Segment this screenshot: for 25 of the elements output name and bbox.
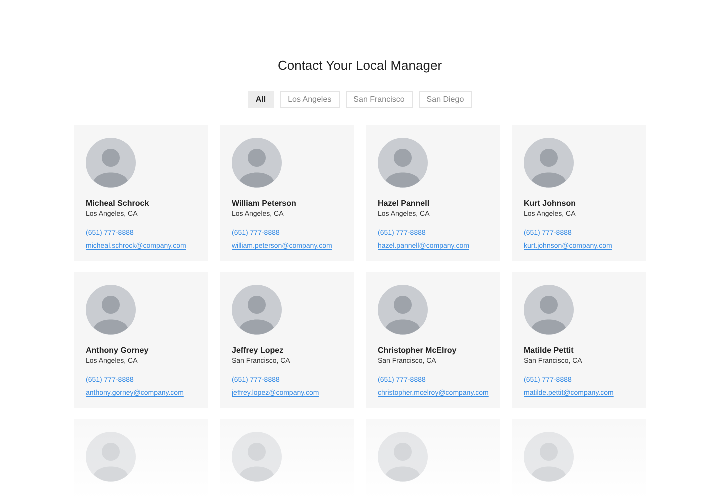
page-title: Contact Your Local Manager — [278, 57, 442, 75]
avatar-silhouette-icon — [86, 285, 136, 335]
avatar-silhouette-icon — [232, 432, 282, 482]
avatar-silhouette-icon — [524, 285, 574, 335]
avatar-silhouette-icon — [378, 138, 428, 188]
avatar-silhouette-icon — [86, 138, 136, 188]
avatar-silhouette-icon — [86, 432, 136, 482]
contact-name: Kurt Johnson — [524, 198, 577, 209]
contact-name: Micheal Schrock — [86, 198, 150, 209]
avatar-silhouette-icon — [524, 432, 574, 482]
contact-name: Jeffrey Lopez — [232, 345, 285, 356]
filter-tab[interactable]: All — [248, 91, 274, 108]
filter-tab[interactable]: San Diego — [418, 91, 472, 108]
contact-name: Christopher McElroy — [378, 345, 458, 356]
avatar-silhouette-icon — [232, 285, 282, 335]
avatar-silhouette-icon — [232, 138, 282, 188]
contact-name: William Peterson — [232, 198, 298, 209]
avatar-silhouette-icon — [524, 138, 574, 188]
avatar-silhouette-icon — [378, 432, 428, 482]
contact-name: Hazel Pannell — [378, 198, 431, 209]
avatar-silhouette-icon — [378, 285, 428, 335]
filter-tab[interactable]: Los Angeles — [280, 91, 340, 108]
contact-name: Anthony Gorney — [86, 345, 150, 356]
contact-name: Matilde Pettit — [524, 345, 575, 356]
filter-tab[interactable]: San Francisco — [346, 91, 413, 108]
